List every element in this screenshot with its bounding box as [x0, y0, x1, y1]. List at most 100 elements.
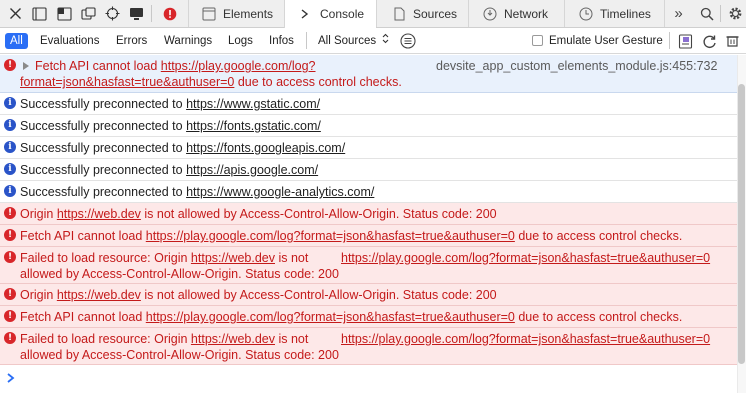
message-link[interactable]: format=json&hasfast=true&authuser=0 — [20, 75, 234, 89]
tab-timelines[interactable]: Timelines — [564, 0, 664, 27]
message-link[interactable]: https://www.gstatic.com/ — [186, 97, 320, 111]
console-message[interactable]: ! Fetch API cannot load https://play.goo… — [0, 306, 737, 328]
error-icon: ! — [4, 310, 16, 322]
message-text: Successfully preconnected to https://fon… — [20, 141, 346, 155]
filter-all-button[interactable]: All — [5, 33, 28, 49]
reload-icon[interactable] — [700, 32, 718, 50]
info-icon: i — [4, 141, 16, 153]
message-link[interactable]: https://apis.google.com/ — [186, 163, 318, 177]
search-icon[interactable] — [695, 0, 719, 27]
toolbar-separator — [720, 5, 721, 22]
message-link[interactable]: https://play.google.com/log?format=json&… — [341, 250, 710, 266]
error-icon: ! — [4, 332, 16, 344]
message-text: Fetch API cannot load https://play.googl… — [20, 310, 683, 324]
message-link[interactable]: https://play.google.com/log? — [161, 59, 316, 73]
error-icon: ! — [4, 288, 16, 300]
elements-icon — [201, 6, 217, 22]
message-text-continued: format=json&hasfast=true&authuser=0 due … — [20, 75, 402, 89]
overflow-label: » — [674, 5, 683, 22]
message-link[interactable]: https://fonts.gstatic.com/ — [186, 119, 321, 133]
console-message[interactable]: i Successfully preconnected to https://w… — [0, 93, 737, 115]
message-text-continued: allowed by Access-Control-Allow-Origin. … — [20, 348, 339, 362]
tab-elements[interactable]: Elements — [188, 0, 284, 27]
network-icon — [482, 6, 498, 22]
info-icon: i — [4, 185, 16, 197]
filter-warnings-button[interactable]: Warnings — [164, 33, 212, 49]
filter-separator — [669, 32, 670, 49]
console-log: ! Fetch API cannot load https://play.goo… — [0, 55, 737, 365]
info-icon: i — [4, 119, 16, 131]
tab-label: Console — [320, 7, 365, 21]
emulate-user-gesture-checkbox[interactable] — [532, 35, 543, 46]
message-text: Successfully preconnected to https://api… — [20, 163, 319, 177]
message-text: Failed to load resource: Origin https://… — [20, 332, 309, 346]
message-text: Successfully preconnected to https://fon… — [20, 119, 321, 133]
dock-bottom-icon[interactable] — [27, 0, 51, 27]
tab-label: Network — [504, 6, 549, 21]
message-text: Fetch API cannot load https://play.googl… — [20, 229, 683, 243]
inspect-target-icon[interactable] — [100, 0, 124, 27]
dock-side-icon[interactable] — [52, 0, 76, 27]
expand-triangle-icon[interactable] — [23, 62, 29, 70]
message-link[interactable]: https://play.google.com/log?format=json&… — [146, 229, 515, 243]
console-message[interactable]: ! Failed to load resource: Origin https:… — [0, 328, 737, 365]
tab-sources[interactable]: Sources — [376, 0, 468, 27]
scrollbar-thumb[interactable] — [738, 84, 745, 364]
error-icon: ! — [4, 59, 16, 71]
console-message[interactable]: ! Failed to load resource: Origin https:… — [0, 247, 737, 284]
filter-options-icon[interactable] — [399, 32, 417, 50]
tab-network[interactable]: Network — [468, 0, 564, 27]
message-link[interactable]: https://web.dev — [57, 207, 141, 221]
message-link[interactable]: https://play.google.com/log?format=json&… — [341, 331, 710, 347]
message-link[interactable]: https://web.dev — [57, 288, 141, 302]
message-link[interactable]: https://play.google.com/log?format=json&… — [146, 310, 515, 324]
close-icon[interactable] — [3, 0, 27, 27]
source-location-link[interactable]: devsite_app_custom_elements_module.js:45… — [436, 58, 717, 74]
preserve-log-icon[interactable] — [676, 32, 694, 50]
console-filter-bar: All Evaluations Errors Warnings Logs Inf… — [0, 28, 746, 54]
clear-console-icon[interactable] — [723, 32, 741, 50]
message-link[interactable]: https://fonts.googleapis.com/ — [186, 141, 345, 155]
filter-separator — [306, 32, 307, 49]
message-text: Successfully preconnected to https://www… — [20, 97, 321, 111]
console-message[interactable]: ! Fetch API cannot load https://play.goo… — [0, 225, 737, 247]
devtools-tab-bar: Elements Console Sources Network Timelin… — [0, 0, 746, 28]
console-prompt-input[interactable] — [0, 366, 737, 393]
tab-console[interactable]: Console — [284, 0, 376, 28]
sources-select-label: All Sources — [318, 35, 377, 48]
sources-select[interactable]: All Sources — [318, 33, 389, 49]
undock-icon[interactable] — [76, 0, 100, 27]
console-message[interactable]: ! Fetch API cannot load https://play.goo… — [0, 55, 737, 93]
filter-evaluations-button[interactable]: Evaluations — [40, 33, 99, 49]
info-icon: i — [4, 97, 16, 109]
error-icon: ! — [4, 229, 16, 241]
timelines-icon — [578, 6, 594, 22]
overflow-tabs-button[interactable]: » — [664, 0, 692, 27]
device-icon[interactable] — [124, 0, 148, 27]
filter-logs-button[interactable]: Logs — [228, 33, 253, 49]
console-message[interactable]: ! Origin https://web.dev is not allowed … — [0, 203, 737, 225]
console-message[interactable]: i Successfully preconnected to https://f… — [0, 137, 737, 159]
error-count-icon[interactable] — [158, 0, 182, 27]
tab-label: Elements — [223, 6, 274, 21]
tab-label: Timelines — [600, 6, 651, 21]
message-link[interactable]: https://www.google-analytics.com/ — [186, 185, 374, 199]
prompt-chevron-icon — [6, 372, 16, 384]
console-message[interactable]: i Successfully preconnected to https://a… — [0, 159, 737, 181]
filter-infos-button[interactable]: Infos — [269, 33, 294, 49]
console-message[interactable]: i Successfully preconnected to https://w… — [0, 181, 737, 203]
error-icon: ! — [4, 207, 16, 219]
message-text-continued: allowed by Access-Control-Allow-Origin. … — [20, 267, 339, 281]
message-link[interactable]: https://web.dev — [191, 332, 275, 346]
message-link[interactable]: https://web.dev — [191, 251, 275, 265]
message-text: Origin https://web.dev is not allowed by… — [20, 288, 497, 302]
info-icon: i — [4, 163, 16, 175]
gear-icon[interactable] — [723, 0, 746, 27]
console-message[interactable]: ! Origin https://web.dev is not allowed … — [0, 284, 737, 306]
sources-icon — [391, 6, 407, 22]
filter-errors-button[interactable]: Errors — [116, 33, 147, 49]
message-text: Successfully preconnected to https://www… — [20, 185, 375, 199]
message-text: Failed to load resource: Origin https://… — [20, 251, 309, 265]
console-message[interactable]: i Successfully preconnected to https://f… — [0, 115, 737, 137]
emulate-user-gesture-label: Emulate User Gesture — [549, 35, 663, 47]
